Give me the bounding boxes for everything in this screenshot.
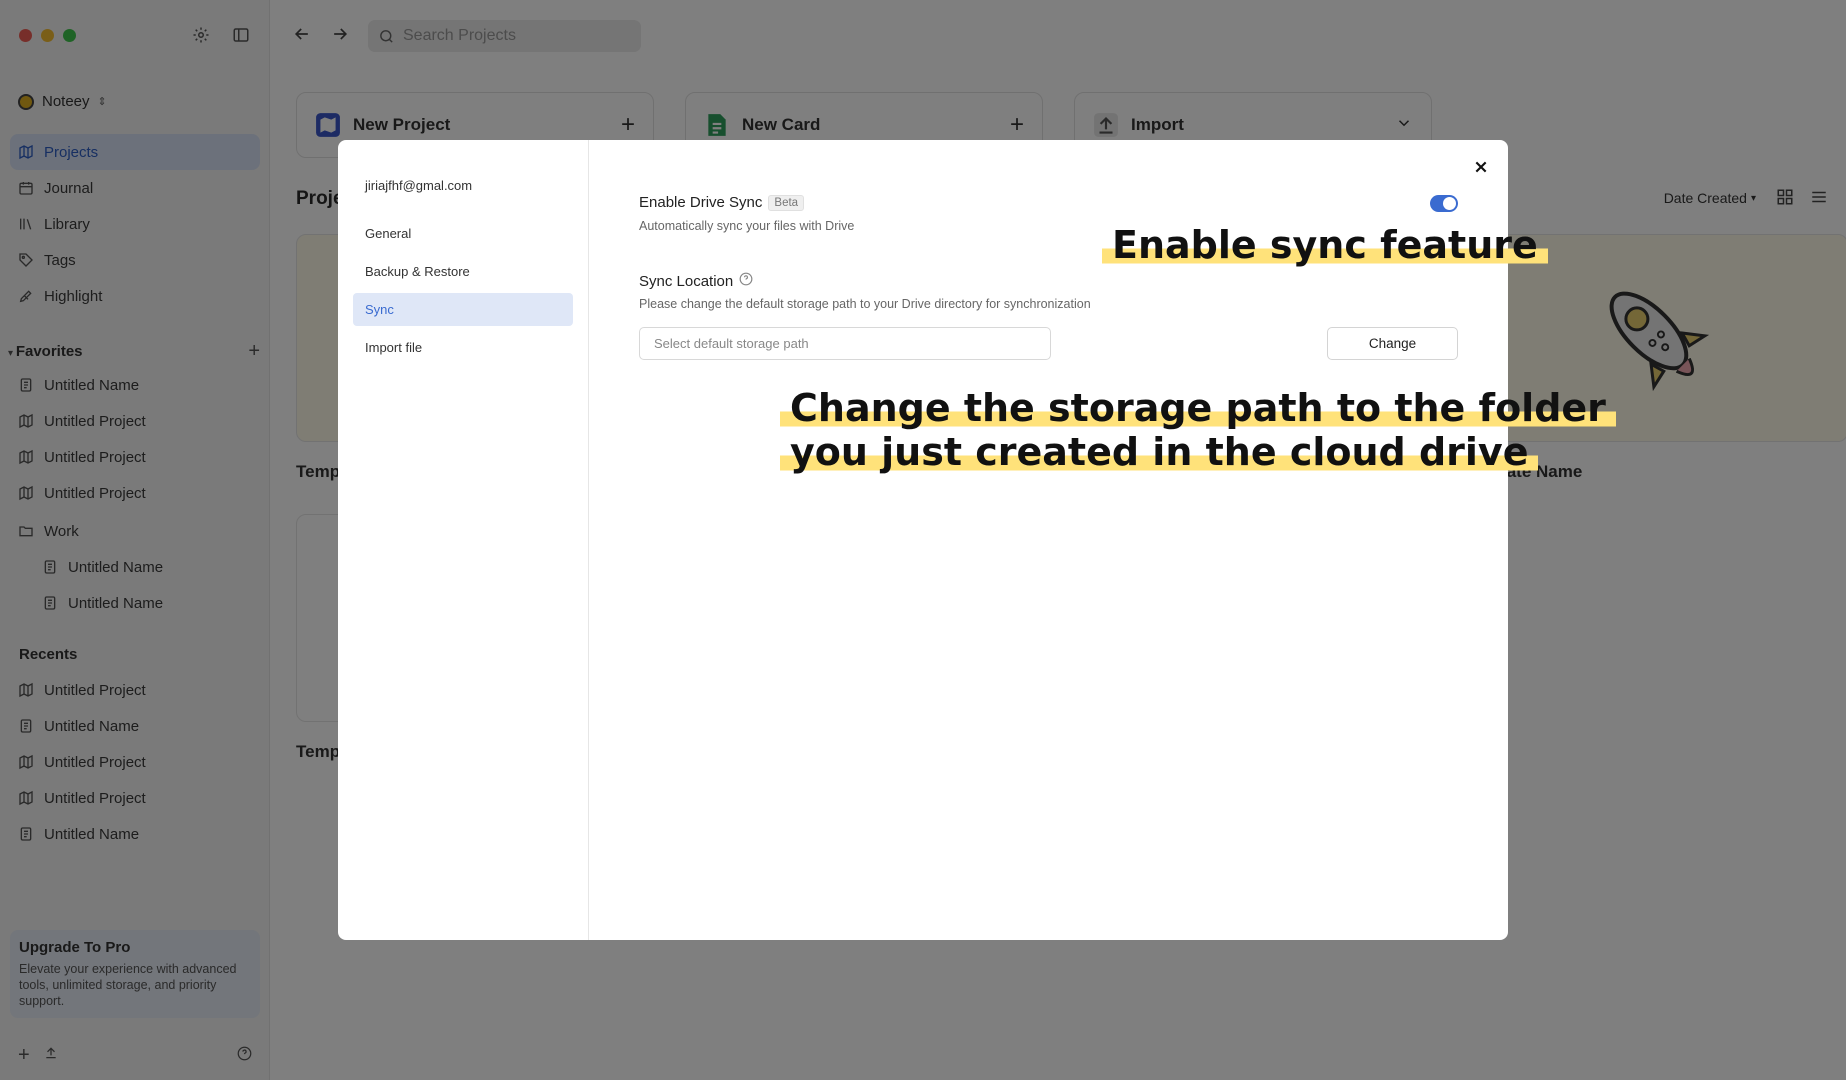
enable-sync-title: Enable Drive Sync [639,194,763,211]
account-email: jiriajfhf@gmal.com [365,178,473,193]
settings-menu: jiriajfhf@gmal.com General Backup & Rest… [338,140,589,940]
sync-location-description: Please change the default storage path t… [639,297,1091,311]
help-icon[interactable] [739,272,753,290]
annotation-text: Enable sync feature [1102,223,1548,267]
enable-sync-description: Automatically sync your files with Drive [639,219,855,233]
settings-item-backup-restore[interactable]: Backup & Restore [353,255,573,288]
storage-path-placeholder: Select default storage path [654,336,809,351]
enable-sync-row: Enable Drive Sync Beta [639,194,805,211]
annotation-enable-sync: Enable sync feature [1102,220,1548,270]
annotation-text: you just created in the cloud drive [780,430,1539,474]
storage-path-input[interactable]: Select default storage path [639,327,1051,360]
settings-item-import-file[interactable]: Import file [353,331,573,364]
settings-item-general[interactable]: General [353,217,573,250]
annotation-change-path: Change the storage path to the folder yo… [780,386,1616,474]
close-icon[interactable] [1468,154,1494,180]
beta-badge: Beta [768,194,805,211]
sync-location-row: Sync Location [639,272,753,290]
enable-sync-toggle[interactable] [1430,195,1458,212]
annotation-text: Change the storage path to the folder [780,386,1616,430]
settings-item-sync[interactable]: Sync [353,293,573,326]
change-path-button[interactable]: Change [1327,327,1458,360]
sync-location-title: Sync Location [639,272,734,290]
